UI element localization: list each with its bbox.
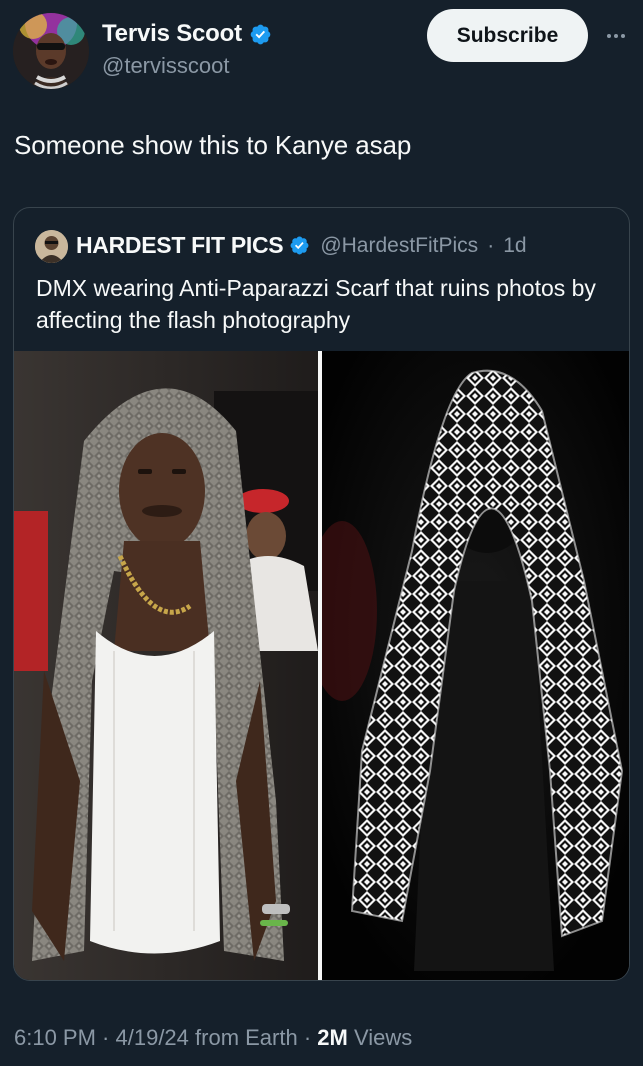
author-handle[interactable]: @tervisscoot: [102, 53, 229, 79]
quoted-tweet-card[interactable]: HARDEST FIT PICS @HardestFitPics · 1d DM…: [13, 207, 630, 981]
quoted-name-row: HARDEST FIT PICS @HardestFitPics · 1d: [76, 232, 527, 259]
post-source: from Earth: [188, 1025, 298, 1050]
avatar-image: [13, 13, 89, 89]
post-date[interactable]: 4/19/24: [116, 1025, 189, 1050]
subscribe-button[interactable]: Subscribe: [427, 9, 588, 62]
tweet-metadata: 6:10 PM · 4/19/24 from Earth · 2M Views: [14, 1025, 412, 1051]
author-display-name[interactable]: Tervis Scoot: [102, 20, 242, 48]
views-count[interactable]: 2M: [317, 1025, 348, 1050]
photo-scarf-flash-image: [322, 351, 629, 980]
tweet-text: Someone show this to Kanye asap: [14, 130, 412, 160]
quoted-tweet-text: DMX wearing Anti-Paparazzi Scarf that ru…: [36, 275, 596, 333]
photo-scarf-flash[interactable]: [322, 351, 629, 980]
author-avatar[interactable]: [13, 13, 89, 89]
quoted-handle[interactable]: @HardestFitPics: [320, 234, 478, 258]
quoted-display-name[interactable]: HARDEST FIT PICS: [76, 232, 284, 259]
more-dot: [607, 34, 611, 38]
meta-separator: ·: [297, 1025, 318, 1050]
quoted-media[interactable]: [14, 351, 629, 980]
more-dot: [621, 34, 625, 38]
photo-scarf-normal-image: [14, 351, 318, 980]
author-name-row[interactable]: Tervis Scoot: [102, 20, 272, 48]
quoted-separator: ·: [487, 233, 495, 257]
more-options-icon[interactable]: [601, 24, 631, 48]
quoted-timestamp[interactable]: 1d: [503, 234, 526, 258]
more-dot: [614, 34, 618, 38]
quoted-avatar-image: [35, 230, 68, 263]
photo-scarf-normal[interactable]: [14, 351, 318, 980]
verified-badge-icon: [290, 236, 309, 255]
post-time[interactable]: 6:10 PM: [14, 1025, 96, 1050]
meta-separator: ·: [95, 1025, 116, 1050]
views-label: Views: [347, 1025, 413, 1050]
verified-badge-icon: [250, 24, 271, 44]
quoted-author-avatar[interactable]: [35, 230, 68, 263]
